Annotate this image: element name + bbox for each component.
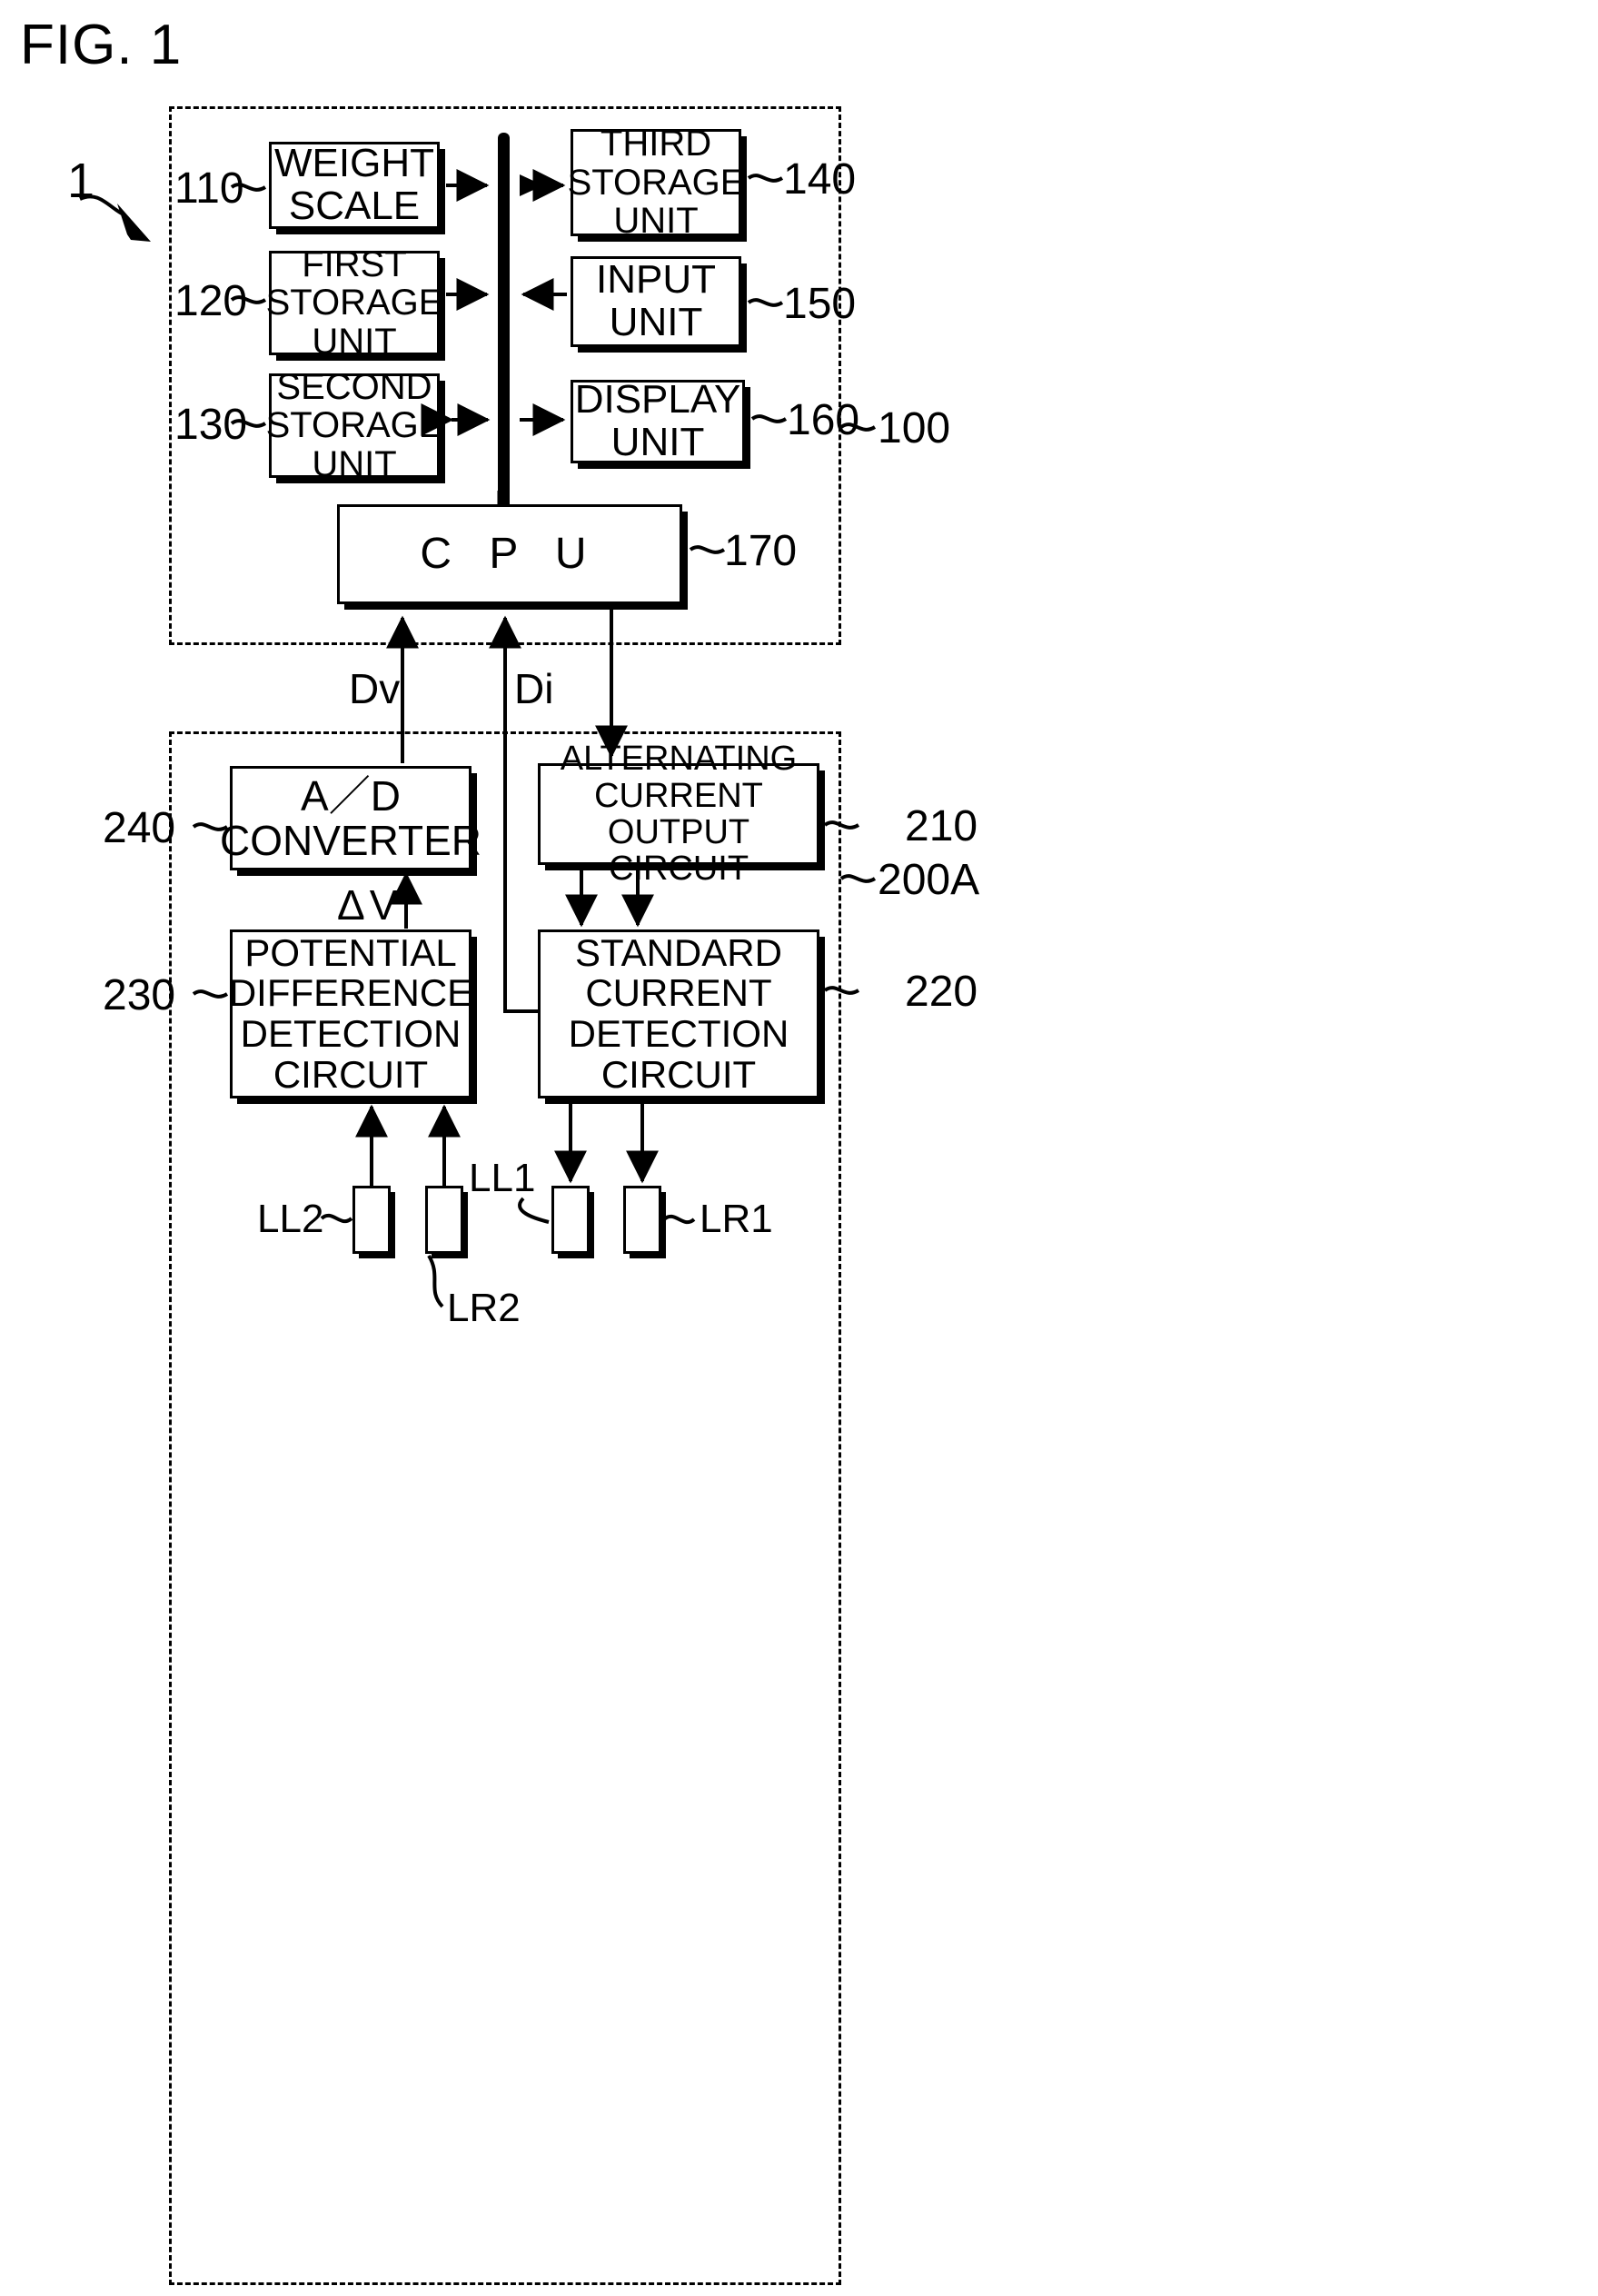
figure-canvas: FIG. 1 WEIGHT SCALE FIRST STORAGE UNIT S… [0, 0, 1598, 2296]
label-lr2: LR2 [447, 1286, 521, 1330]
label-lr1: LR1 [700, 1197, 773, 1241]
label-ll2: LL2 [257, 1197, 324, 1241]
ref-100: 100 [878, 404, 951, 452]
ref-240: 240 [103, 804, 176, 852]
ref-200A: 200A [878, 856, 980, 904]
ref-140: 140 [783, 155, 857, 204]
ref-230: 230 [103, 971, 176, 1019]
ref-160: 160 [787, 396, 860, 444]
arrow-bus-to-third-storage [520, 169, 566, 202]
connector-layer [79, 169, 877, 1308]
ref-120: 120 [174, 277, 248, 325]
label-di: Di [514, 665, 554, 712]
label-delta-v: ΔV [337, 881, 402, 929]
ref-110: 110 [174, 164, 244, 213]
ref-150: 150 [783, 280, 857, 328]
leader-squiggles [192, 174, 877, 999]
ref-130: 130 [174, 401, 248, 449]
system-ref-1: 1 [67, 154, 95, 208]
label-ll1: LL1 [469, 1156, 536, 1200]
ref-220: 220 [905, 968, 978, 1016]
ref-170: 170 [724, 527, 798, 575]
ref-210: 210 [905, 802, 978, 850]
label-dv: Dv [349, 665, 401, 712]
